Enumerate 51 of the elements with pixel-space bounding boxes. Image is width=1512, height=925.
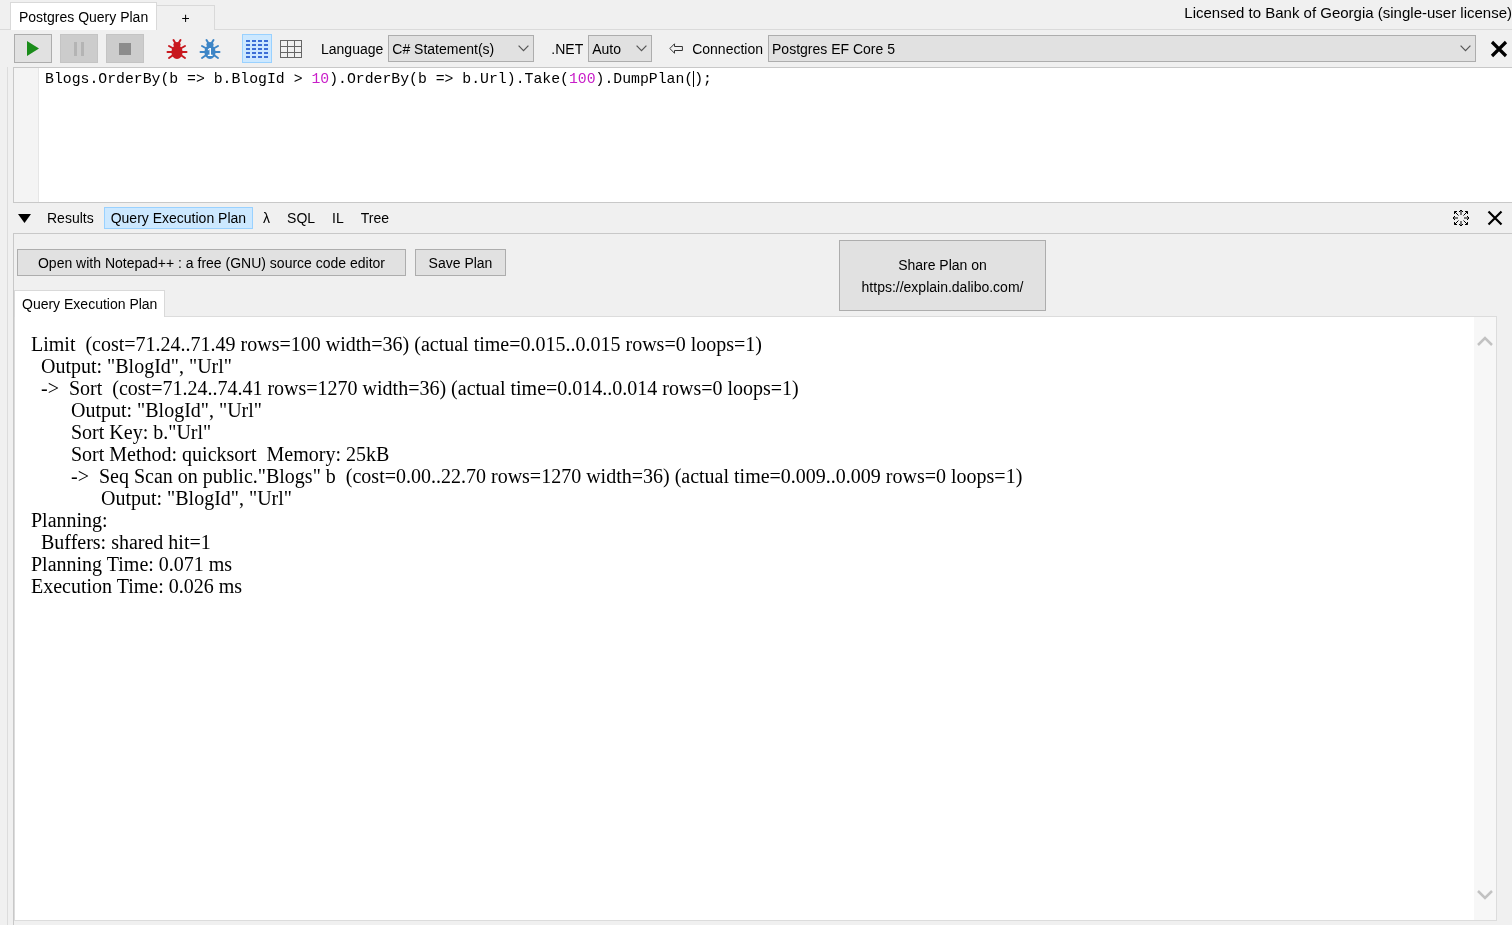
plan-line: Buffers: shared hit=1	[41, 531, 211, 553]
chevron-down-icon	[1460, 45, 1471, 52]
pause-icon	[74, 41, 84, 56]
code-line: Blogs.OrderBy(b => b.BlogId > 10).OrderBy(b => b.Url).Take(100).DumpPlan();	[45, 70, 712, 89]
document-tab[interactable]: Postgres Query Plan	[10, 2, 158, 30]
save-plan-button[interactable]: Save Plan	[415, 249, 506, 276]
close-icon[interactable]	[1487, 210, 1503, 226]
plan-line: Limit (cost=71.24..71.49 rows=100 width=36) (actual time=0.015..0.015 rows=0 loops=1)	[31, 333, 762, 355]
code-editor[interactable]: Blogs.OrderBy(b => b.BlogId > 10).OrderBy(b => b.Url).Take(100).DumpPlan();	[13, 67, 1512, 203]
text-view-button[interactable]	[242, 34, 272, 63]
plan-tab[interactable]: Query Execution Plan	[14, 290, 166, 317]
plan-line: Sort Key: b."Url"	[71, 421, 212, 443]
plan-line: Output: "BlogId", "Url"	[71, 399, 262, 421]
language-label: Language	[321, 40, 384, 57]
plan-line: -> Seq Scan on public."Blogs" b (cost=0.00..22.70 rows=1270 width=36) (actual time=0.009..0.009 rows=0 loops=1)	[71, 465, 1023, 487]
plan-line: Planning Time: 0.071 ms	[31, 553, 233, 575]
document-tab[interactable]: +	[157, 5, 216, 30]
plan-line: Execution Time: 0.026 ms	[31, 575, 243, 597]
plan-line: Planning:	[31, 509, 108, 531]
framework-dropdown[interactable]: Auto	[588, 35, 653, 62]
stop-icon	[119, 42, 131, 55]
license-text: Licensed to Bank of Georgia (single-user license)	[1184, 4, 1512, 21]
output-tab[interactable]: IL	[325, 207, 351, 229]
language-dropdown[interactable]: C# Statement(s)	[388, 35, 535, 62]
plan-line: -> Sort (cost=71.24..74.41 rows=1270 width=36) (actual time=0.014..0.014 rows=0 loops=1)	[41, 377, 799, 399]
chevron-down-icon	[636, 45, 648, 52]
dotnet-label: .NET	[551, 40, 584, 57]
play-icon	[27, 41, 39, 56]
plan-line: Output: "BlogId", "Url"	[101, 487, 292, 509]
close-icon[interactable]	[1490, 39, 1508, 58]
output-tab[interactable]: Tree	[353, 207, 397, 229]
caret-down-icon[interactable]	[18, 213, 31, 223]
output-tab[interactable]: SQL	[280, 207, 323, 229]
output-tab[interactable]: Query Execution Plan	[103, 207, 254, 229]
open-in-editor-button[interactable]: Open with Notepad++ : a free (GNU) source code editor	[17, 249, 406, 276]
table-icon	[280, 39, 302, 58]
expand-arrows-icon[interactable]	[1452, 209, 1470, 227]
connection-dropdown[interactable]: Postgres EF Core 5	[768, 35, 1476, 62]
bug-icon[interactable]	[198, 36, 222, 61]
share-plan-button[interactable]: Share Plan on https://explain.dalibo.com/	[839, 240, 1046, 311]
list-lines-icon	[246, 39, 268, 58]
arrow-left-icon	[669, 43, 684, 54]
plan-line: Output: "BlogId", "Url"	[41, 355, 232, 377]
number-label: 1	[206, 46, 214, 59]
output-tab[interactable]: λ	[256, 207, 278, 229]
plan-line: Sort Method: quicksort Memory: 25kB	[71, 443, 390, 465]
connection-label: Connection	[692, 40, 763, 57]
output-tab[interactable]: Results	[40, 207, 101, 229]
bug-icon[interactable]	[165, 36, 189, 61]
run-button[interactable]	[14, 34, 52, 63]
chevron-down-icon	[518, 45, 530, 52]
